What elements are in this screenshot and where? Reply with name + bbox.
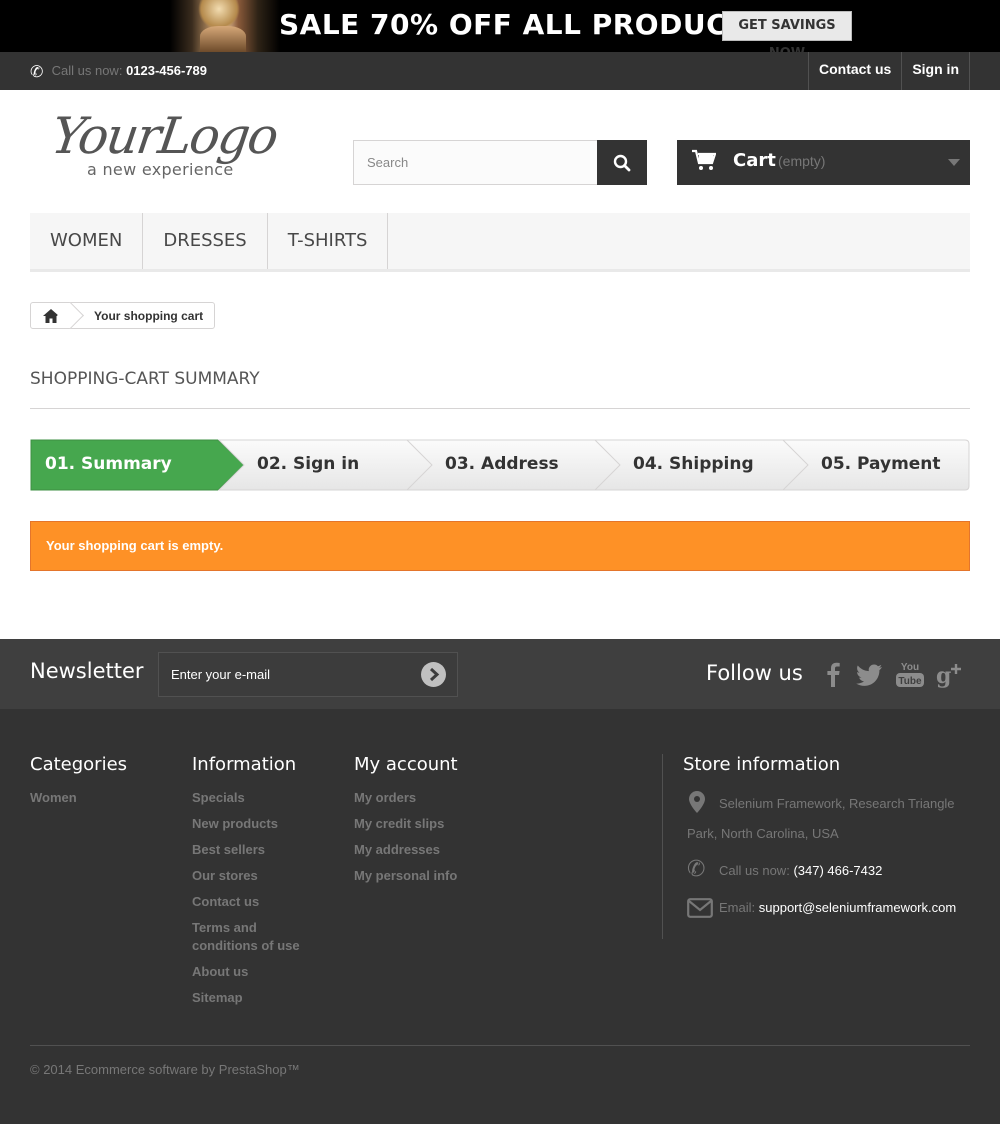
newsletter-bar: Newsletter Follow us You Tube g — [0, 639, 1000, 709]
store-phone-number: (347) 466-7432 — [793, 863, 883, 878]
menu-item-dresses[interactable]: DRESSES — [143, 213, 268, 269]
store-phone: ✆ Call us now: (347) 466-7432 — [683, 856, 970, 883]
phone-icon: ✆ — [687, 856, 706, 881]
cart-label: Cart — [733, 150, 776, 171]
empty-cart-alert: Your shopping cart is empty. — [30, 521, 970, 571]
site-header: YourLogo a new experience Cart (empty) — [0, 90, 1000, 210]
search-form — [353, 140, 647, 185]
home-icon — [43, 308, 59, 323]
footer-store-information: Store information Selenium Framework, Re… — [662, 754, 970, 939]
google-plus-icon[interactable]: g — [935, 659, 965, 689]
step-payment-label: 05. Payment — [821, 454, 941, 474]
store-email-label: Email: — [719, 900, 756, 915]
cart-dropdown[interactable]: Cart (empty) — [677, 140, 970, 185]
footer-link-best-sellers[interactable]: Best sellers — [192, 837, 342, 863]
step-shipping: 04. Shipping — [594, 439, 812, 491]
phone-label: Call us now: — [51, 63, 123, 78]
footer-my-account: My account My orders My credit slips My … — [354, 754, 554, 889]
step-summary-label: 01. Summary — [45, 454, 172, 474]
logo-script: YourLogo — [47, 107, 281, 165]
breadcrumb: Your shopping cart — [30, 302, 216, 329]
footer-link-about-us[interactable]: About us — [192, 959, 342, 985]
envelope-icon — [687, 898, 713, 918]
search-icon — [613, 154, 631, 171]
footer-link-sitemap[interactable]: Sitemap — [192, 985, 342, 1011]
sign-in-link[interactable]: Sign in — [901, 52, 970, 90]
youtube-icon[interactable]: You Tube — [895, 659, 925, 689]
step-sign-in-label: 02. Sign in — [257, 454, 360, 474]
contact-us-link[interactable]: Contact us — [807, 52, 901, 90]
store-email: Email: support@seleniumframework.com — [683, 896, 970, 920]
step-shipping-label: 04. Shipping — [633, 454, 754, 474]
step-sign-in: 02. Sign in — [218, 439, 436, 491]
store-phone-label: Call us now: — [719, 863, 790, 878]
site-logo[interactable]: YourLogo a new experience — [48, 107, 292, 182]
top-phone-info: ✆ Call us now: 0123-456-789 — [30, 61, 207, 83]
breadcrumb-current: Your shopping cart — [94, 308, 204, 323]
footer-categories: Categories Women — [30, 754, 180, 811]
footer-link-specials[interactable]: Specials — [192, 785, 342, 811]
svg-text:You: You — [901, 662, 919, 673]
step-summary: 01. Summary — [30, 439, 245, 491]
store-address-text: Selenium Framework, Research Triangle Pa… — [687, 796, 955, 841]
get-savings-button[interactable]: GET SAVINGS NOW — [722, 11, 852, 52]
page-title: Shopping-cart summary — [30, 369, 970, 409]
footer-information: Information Specials New products Best s… — [192, 754, 342, 1011]
cart-status: (empty) — [778, 153, 826, 169]
main-menu: WOMEN DRESSES T-SHIRTS — [30, 213, 970, 272]
footer-store-title: Store information — [683, 754, 841, 775]
phone-number: 0123-456-789 — [126, 63, 208, 78]
footer-account-title: My account — [354, 754, 458, 775]
step-address-label: 03. Address — [445, 454, 559, 474]
step-payment: 05. Payment — [782, 439, 970, 491]
search-input[interactable] — [353, 140, 598, 185]
follow-us-title: Follow us — [706, 661, 803, 685]
logo-tagline: a new experience — [87, 160, 234, 179]
footer-link-women[interactable]: Women — [30, 785, 180, 811]
svg-text:g: g — [936, 663, 951, 689]
footer-link-my-personal-info[interactable]: My personal info — [354, 863, 554, 889]
banner-headline: SALE 70% OFF ALL PRODUCTS — [279, 8, 768, 41]
menu-item-women[interactable]: WOMEN — [30, 213, 144, 269]
footer-link-my-addresses[interactable]: My addresses — [354, 837, 554, 863]
footer-categories-title: Categories — [30, 754, 128, 775]
twitter-icon[interactable] — [855, 659, 885, 689]
site-footer: Categories Women Information Specials Ne… — [0, 709, 1000, 1124]
search-button[interactable] — [597, 140, 647, 185]
footer-link-my-credit-slips[interactable]: My credit slips — [354, 811, 554, 837]
breadcrumb-home[interactable] — [31, 303, 71, 328]
chevron-down-icon — [948, 159, 960, 166]
top-nav-bar: ✆ Call us now: 0123-456-789 Contact us S… — [0, 52, 1000, 90]
svg-text:Tube: Tube — [898, 676, 922, 687]
step-address: 03. Address — [406, 439, 624, 491]
newsletter-form — [158, 652, 458, 697]
footer-information-title: Information — [192, 754, 297, 775]
store-email-link[interactable]: support@seleniumframework.com — [759, 900, 956, 915]
map-marker-icon — [689, 791, 705, 813]
banner-model-image — [170, 0, 280, 52]
footer-link-our-stores[interactable]: Our stores — [192, 863, 342, 889]
store-address: Selenium Framework, Research Triangle Pa… — [683, 789, 970, 849]
footer-link-terms[interactable]: Terms and conditions of use — [192, 915, 307, 959]
footer-link-contact-us[interactable]: Contact us — [192, 889, 342, 915]
newsletter-submit-button[interactable] — [421, 662, 446, 687]
top-links: Contact us Sign in — [807, 52, 970, 90]
footer-link-new-products[interactable]: New products — [192, 811, 342, 837]
newsletter-email-input[interactable] — [159, 653, 409, 696]
copyright: © 2014 Ecommerce software by PrestaShop™ — [30, 1045, 970, 1077]
footer-link-my-orders[interactable]: My orders — [354, 785, 554, 811]
promo-banner[interactable]: SALE 70% OFF ALL PRODUCTS GET SAVINGS NO… — [0, 0, 1000, 52]
arrow-right-icon — [429, 667, 440, 682]
phone-icon: ✆ — [30, 64, 44, 81]
facebook-icon[interactable] — [818, 659, 848, 689]
newsletter-title: Newsletter — [30, 659, 144, 683]
cart-icon — [692, 149, 716, 170]
checkout-steps: 01. Summary 02. Sign in 03. Address 04. … — [30, 439, 970, 491]
menu-item-tshirts[interactable]: T-SHIRTS — [268, 213, 389, 269]
